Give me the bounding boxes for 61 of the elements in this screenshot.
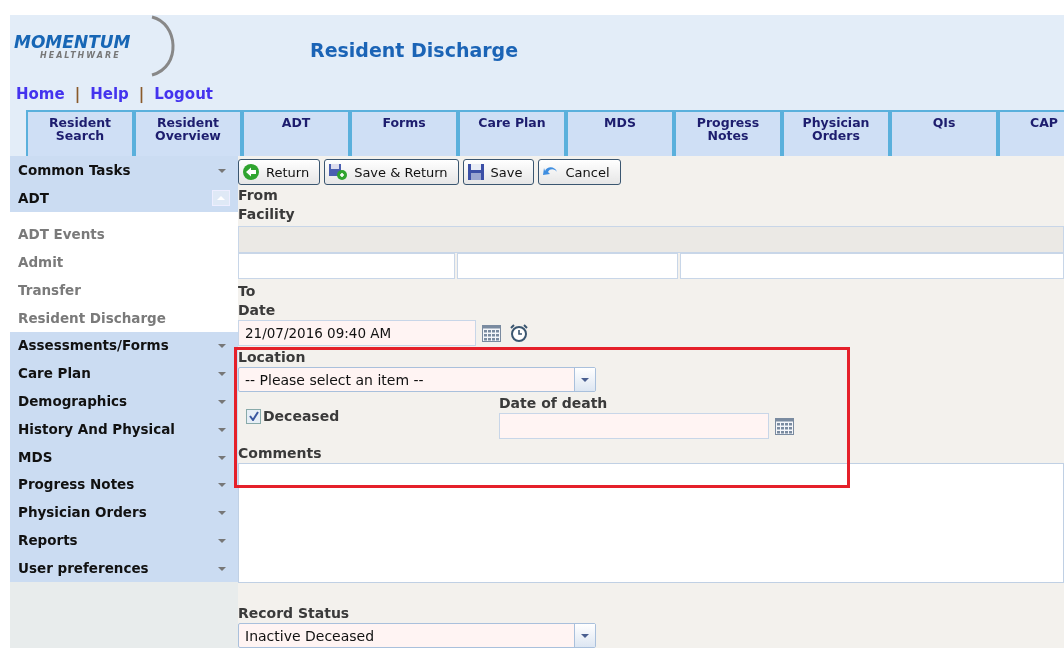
- deceased-checkbox[interactable]: [246, 408, 261, 424]
- calendar-icon[interactable]: [482, 324, 501, 342]
- sidebar-section[interactable]: Demographics: [10, 387, 238, 415]
- toolbar-button[interactable]: Save: [462, 159, 534, 185]
- nav-tab[interactable]: Forms: [350, 110, 458, 156]
- sidebar-section[interactable]: Care Plan: [10, 359, 238, 388]
- sidebar-section[interactable]: Reports: [10, 526, 238, 554]
- alarm-clock-icon[interactable]: [509, 323, 529, 344]
- dropdown-arrow-icon[interactable]: [580, 632, 590, 639]
- nav-link[interactable]: Help: [90, 85, 129, 103]
- field-label: Facility: [238, 204, 296, 224]
- date-field[interactable]: [499, 413, 769, 440]
- field-label: Comments: [238, 444, 323, 464]
- sidebar-item[interactable]: Transfer: [10, 275, 238, 304]
- nav-tab[interactable]: CAP: [998, 110, 1064, 156]
- sidebar-item[interactable]: Resident Discharge: [10, 303, 238, 332]
- input-field[interactable]: [680, 253, 1064, 280]
- sidebar-section[interactable]: Common Tasks: [10, 156, 238, 184]
- save-add-icon: [328, 163, 349, 181]
- nav-tab[interactable]: Care Plan: [458, 110, 566, 156]
- field-label: Date: [238, 301, 277, 321]
- toolbar-button[interactable]: Return: [238, 159, 321, 185]
- dropdown-arrow-icon[interactable]: [580, 376, 590, 383]
- field-label: Location: [238, 348, 307, 368]
- nav-tab[interactable]: MDS: [566, 110, 674, 156]
- nav-tab[interactable]: Progress Notes: [674, 110, 782, 156]
- nav-link[interactable]: Home: [16, 85, 65, 103]
- sidebar-section[interactable]: History And Physical: [10, 415, 238, 443]
- status-dropdown[interactable]: Inactive Deceased: [238, 623, 596, 648]
- field-label: From: [238, 185, 279, 205]
- link-separator: |: [138, 85, 145, 103]
- nav-tab[interactable]: Resident Search: [26, 110, 134, 156]
- page-title: Resident Discharge: [310, 39, 519, 61]
- nav-link[interactable]: Logout: [154, 85, 213, 103]
- sidebar-item[interactable]: Admit: [10, 247, 238, 276]
- sidebar-section[interactable]: MDS: [10, 442, 238, 471]
- field-label: To: [238, 282, 257, 302]
- nav-tab[interactable]: ADT: [242, 110, 350, 156]
- toolbar-button[interactable]: Cancel: [537, 159, 621, 185]
- field-label: Date of death: [499, 394, 609, 414]
- date-field[interactable]: 21/07/2016 09:40 AM: [238, 320, 476, 347]
- sidebar-item[interactable]: ADT Events: [10, 219, 238, 248]
- sidebar-section[interactable]: Physician Orders: [10, 498, 238, 527]
- input-field[interactable]: [238, 253, 455, 280]
- logo-tagline: HEALTHWARE: [40, 50, 122, 60]
- sidebar-section[interactable]: Assessments/Forms: [10, 331, 238, 360]
- checkbox-label: Deceased: [263, 406, 340, 426]
- nav-tab[interactable]: Resident Overview: [134, 110, 242, 156]
- sidebar-section[interactable]: ADT: [10, 183, 238, 212]
- nav-tab[interactable]: QIs: [890, 110, 998, 156]
- sidebar-section[interactable]: User preferences: [10, 553, 238, 582]
- calendar-icon[interactable]: [775, 417, 794, 435]
- sidebar-section[interactable]: Progress Notes: [10, 470, 238, 499]
- nav-tab[interactable]: Physician Orders: [782, 110, 890, 156]
- logo-wordmark: MOMENTUM: [14, 32, 132, 51]
- location-dropdown[interactable]: -- Please select an item --: [238, 367, 596, 393]
- toolbar-button[interactable]: Save & Return: [324, 159, 459, 185]
- field-label: Record Status: [238, 604, 351, 623]
- comments-field[interactable]: [238, 463, 1064, 584]
- link-separator: |: [74, 85, 81, 103]
- input-field[interactable]: [457, 253, 678, 280]
